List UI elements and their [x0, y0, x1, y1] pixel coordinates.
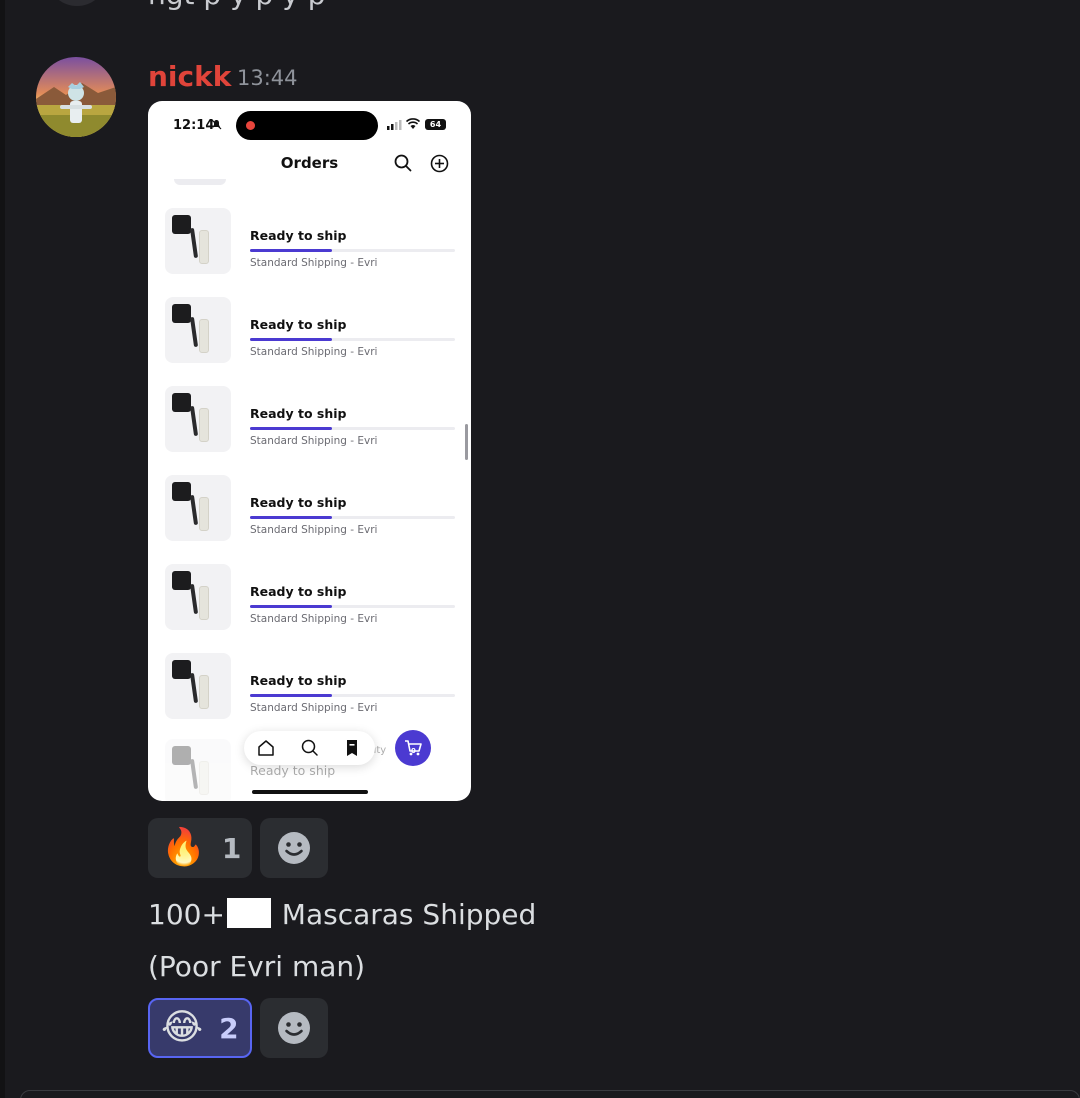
order-status: Ready to ship — [250, 406, 347, 421]
order-progress-bar — [250, 427, 455, 430]
receipt-icon — [347, 740, 357, 756]
order-progress-bar — [250, 338, 455, 341]
message-text-prefix: 100+ — [148, 898, 225, 931]
order-row: Ready to ship Standard Shipping - Evri — [148, 475, 471, 545]
wifi-icon — [406, 118, 420, 129]
recording-dot-icon — [246, 121, 255, 130]
order-status: Ready to ship — [250, 495, 347, 510]
avatar[interactable] — [36, 57, 116, 137]
order-thumbnail — [165, 297, 231, 363]
order-shipping-method: Standard Shipping - Evri — [250, 613, 378, 625]
order-row: Ready to ship Standard Shipping - Evri — [148, 208, 471, 278]
reaction-count: 1 — [221, 831, 242, 865]
order-thumbnail — [165, 475, 231, 541]
order-shipping-method: Standard Shipping - Evri — [250, 702, 378, 714]
redaction-box — [226, 898, 271, 928]
order-shipping-method: Standard Shipping - Evri — [250, 346, 378, 358]
signal-icon — [387, 120, 402, 130]
orders-title: Orders — [280, 154, 339, 172]
message-timestamp: 13:44 — [237, 66, 298, 90]
order-row: Ready to ship Standard Shipping - Evri — [148, 653, 471, 723]
left-rail — [0, 0, 5, 1098]
reaction-laughing[interactable]: 😂 2 — [148, 998, 252, 1058]
search-icon — [301, 739, 318, 756]
order-status: Ready to ship — [250, 673, 347, 688]
order-thumbnail — [165, 739, 231, 801]
cart-count: 0 — [411, 747, 416, 755]
scrolled-order-edge — [174, 179, 226, 185]
laughing-emoji-icon: 😂 — [161, 1007, 204, 1048]
message-composer-edge — [20, 1090, 1080, 1098]
order-thumbnail — [165, 564, 231, 630]
dynamic-island — [236, 111, 378, 140]
battery-indicator: 64 — [425, 119, 446, 130]
search-icon — [394, 154, 412, 172]
phone-status-time: 12:14 — [173, 118, 215, 133]
previous-avatar[interactable] — [50, 0, 104, 6]
order-shipping-method: Standard Shipping - Evri — [250, 524, 378, 536]
previous-message-text: ngt p y p y p — [148, 0, 325, 11]
order-status: Ready to ship — [250, 228, 347, 243]
scrollbar — [465, 424, 468, 460]
add-reaction-button[interactable] — [260, 998, 328, 1058]
attached-screenshot[interactable]: 12:14 64 Orders Ready to ship Standard Sh… — [148, 101, 471, 801]
order-status: Ready to ship — [250, 584, 347, 599]
message-line-1: 100+ Mascaras Shipped — [148, 898, 536, 931]
add-circle-icon — [430, 154, 449, 173]
message-line-2: (Poor Evri man) — [148, 950, 366, 983]
order-row: Ready to ship Standard Shipping - Evri — [148, 297, 471, 367]
order-shipping-method: Standard Shipping - Evri — [250, 435, 378, 447]
order-thumbnail — [165, 208, 231, 274]
message-text-suffix: Mascaras Shipped — [272, 898, 537, 931]
order-progress-bar — [250, 694, 455, 697]
reaction-fire[interactable]: 🔥 1 — [148, 818, 252, 878]
bottom-nav — [244, 731, 375, 765]
order-row: Ready to ship Standard Shipping - Evri — [148, 564, 471, 634]
order-thumbnail — [165, 386, 231, 452]
message-author[interactable]: nickk — [148, 60, 231, 93]
order-progress-bar — [250, 516, 455, 519]
smiley-face-icon — [278, 1012, 310, 1044]
smiley-face-icon — [278, 832, 310, 864]
home-indicator — [252, 790, 368, 794]
home-icon — [258, 740, 274, 756]
cart-button: 0 — [395, 730, 431, 766]
order-row: Ready to ship Standard Shipping - Evri — [148, 386, 471, 456]
muted-bell-icon — [211, 119, 222, 130]
order-shipping-method: Standard Shipping - Evri — [250, 257, 378, 269]
order-status: Ready to ship — [250, 317, 347, 332]
fire-emoji-icon: 🔥 — [161, 827, 206, 868]
reaction-count: 2 — [219, 1011, 239, 1045]
previous-message: ngt p y p y p — [0, 0, 1080, 12]
order-progress-bar — [250, 249, 455, 252]
order-thumbnail — [165, 653, 231, 719]
add-reaction-button[interactable] — [260, 818, 328, 878]
order-progress-bar — [250, 605, 455, 608]
ghost-status: Ready to ship — [250, 763, 336, 778]
